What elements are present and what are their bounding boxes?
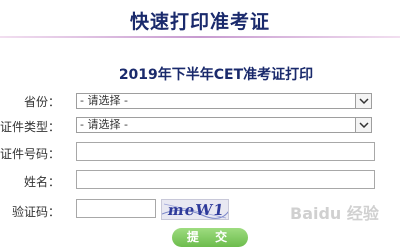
name-input[interactable] [76, 170, 375, 189]
province-select-value: - 请选择 - [80, 94, 128, 107]
captcha-input[interactable] [76, 199, 156, 218]
name-label: 姓名： [23, 175, 60, 189]
chevron-down-icon[interactable] [355, 94, 371, 108]
id-number-label: 证件号码： [0, 147, 60, 161]
captcha-image[interactable]: meW1 [161, 199, 229, 220]
form-title: 2019年下半年CET准考证打印 [118, 67, 314, 83]
id-type-label: 证件类型： [0, 120, 60, 134]
province-label: 省份： [23, 95, 60, 109]
chevron-down-icon[interactable] [355, 118, 371, 132]
captcha-text: meW1 [166, 201, 226, 219]
id-type-select-value: - 请选择 - [80, 118, 128, 131]
id-type-select[interactable]: - 请选择 - [76, 117, 372, 133]
baidu-watermark: Baidu 经验 [290, 204, 379, 223]
id-number-input[interactable] [76, 142, 375, 161]
title-divider [0, 36, 400, 38]
captcha-label: 验证码： [11, 205, 60, 219]
province-select[interactable]: - 请选择 - [76, 93, 372, 109]
page-title: 快速打印准考证 [129, 11, 270, 33]
submit-button[interactable]: 提 交 [172, 228, 248, 247]
